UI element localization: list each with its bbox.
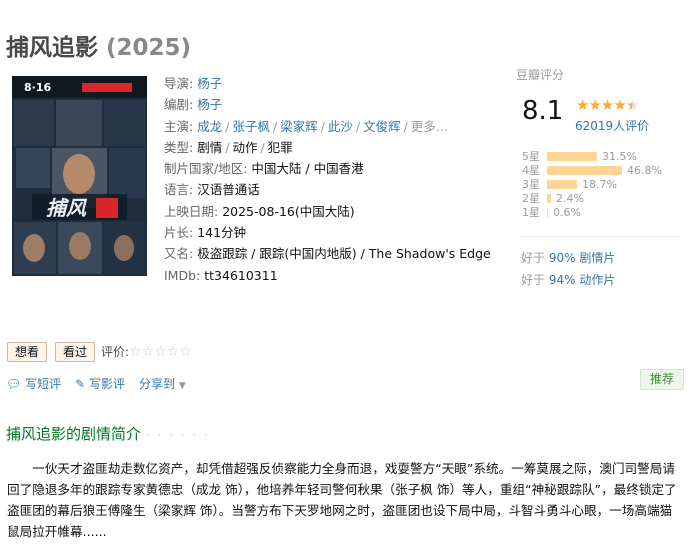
writer-row: 编剧: 杨子 [164, 94, 491, 115]
rating-bar-row: 3星 18.7% [522, 176, 662, 191]
release-label: 上映日期: [164, 203, 219, 219]
write-long-review-label: 写影评 [88, 377, 125, 391]
better-prefix: 好于 [521, 273, 546, 287]
writer-label: 编剧: [164, 97, 194, 113]
star-icon: ★ [576, 96, 589, 114]
star-icon: ★ [588, 96, 601, 114]
director-row: 导演: 杨子 [164, 73, 491, 94]
svg-text:捕风: 捕风 [46, 196, 88, 220]
cast-link[interactable]: 文俊辉 [363, 119, 401, 134]
comment-icon: 💬︎ [6, 377, 22, 391]
rating-count-link[interactable]: 62019人评价 [575, 117, 649, 134]
pencil-icon: ✎ [75, 377, 86, 391]
aka-value: 极盗跟踪 / 跟踪(中国内地版) / The Shadow's Edge [197, 246, 491, 262]
cast-label: 主演: [164, 118, 194, 134]
douban-rating: 豆瓣评分 8.1 ★★★★★ 62019人评价 5星 31.5% 4星 46.8% … [516, 66, 666, 219]
summary-dots: · · · · · · [145, 428, 210, 442]
cast-link[interactable]: 张子枫 [232, 119, 270, 134]
bar-fill [547, 208, 548, 217]
better-than: 好于 90% 剧情片 好于 94% 动作片 [521, 247, 615, 291]
rating-bar-row: 1星 0.6% [522, 204, 662, 219]
country-value: 中国大陆 / 中国香港 [251, 161, 364, 177]
aka-label: 又名: [164, 246, 194, 262]
runtime-row: 片长: 141分钟 [164, 222, 491, 243]
summary-text: 一伙天才盗匪劫走数亿资产，却凭借超强反侦察能力全身而退，戏耍警方“天眼”系统。一… [7, 461, 677, 539]
share-link[interactable]: 分享到 ▼ [139, 377, 186, 391]
bar-fill [547, 166, 622, 175]
cast-link[interactable]: 梁家辉 [280, 119, 318, 134]
write-long-review-link[interactable]: ✎ 写影评 [75, 377, 125, 391]
movie-info: 导演: 杨子 编剧: 杨子 主演: 成龙 / 张子枫 / 梁家辉 / 此沙 / 文俊辉 / 更多..… [164, 73, 491, 286]
language-row: 语言: 汉语普通话 [164, 179, 491, 200]
cast-more-link[interactable]: 更多... [411, 119, 448, 134]
genre-label: 类型: [164, 139, 194, 155]
rating-bar-row: 4星 46.8% [522, 162, 662, 177]
cast-link[interactable]: 此沙 [328, 119, 353, 134]
runtime-label: 片长: [164, 225, 194, 241]
aka-row: 又名: 极盗跟踪 / 跟踪(中国内地版) / The Shadow's Edge [164, 243, 491, 264]
genre-value: 犯罪 [267, 139, 293, 155]
bar-label: 1星 [522, 206, 540, 219]
better-than-row: 好于 90% 剧情片 [521, 247, 615, 269]
rate-stars-input[interactable]: ☆☆☆☆☆ [129, 344, 192, 360]
writer-link[interactable]: 杨子 [197, 97, 222, 112]
want-to-watch-button[interactable]: 想看 [7, 342, 48, 362]
genre-row: 类型: 剧情 / 动作 / 犯罪 [164, 139, 293, 155]
chevron-down-icon: ▼ [178, 381, 186, 391]
summary-heading: 捕风追影的剧情简介 · · · · · · [6, 423, 210, 444]
rating-label: 豆瓣评分 [516, 68, 565, 82]
language-value: 汉语普通话 [197, 182, 260, 198]
better-than-row: 好于 94% 动作片 [521, 269, 615, 291]
imdb-row: IMDb: tt34610311 [164, 265, 491, 286]
imdb-label: IMDb: [164, 267, 201, 283]
write-review-label: 写短评 [25, 377, 62, 391]
action-links: 💬︎ 写短评 ✎ 写影评 分享到 ▼ [6, 375, 200, 392]
release-row: 上映日期: 2025-08-16(中国大陆) [164, 201, 491, 222]
better-prefix: 好于 [521, 251, 546, 265]
watched-button[interactable]: 看过 [55, 342, 96, 362]
rating-score: 8.1 [522, 96, 564, 126]
rating-distribution: 5星 31.5% 4星 46.8% 3星 18.7% 2星 2.4% 1星 0.6% [522, 148, 662, 219]
write-review-link[interactable]: 💬︎ 写短评 [6, 377, 61, 391]
bar-fill [547, 180, 577, 189]
cast-row: 主演: 成龙 / 张子枫 / 梁家辉 / 此沙 / 文俊辉 / 更多... [164, 118, 448, 134]
genre-value: 动作 [232, 139, 258, 155]
bar-fill [547, 194, 551, 203]
poster-image: 8·16 捕风 [12, 76, 147, 276]
user-actions: 想看 看过 评价:☆☆☆☆☆ [7, 342, 192, 362]
country-label: 制片国家/地区: [164, 161, 248, 177]
rating-bar-row: 5星 31.5% [522, 148, 662, 163]
rating-stars: ★★★★★ [576, 96, 639, 114]
summary-title: 捕风追影的剧情简介 [6, 425, 142, 443]
page-title: 捕风追影 (2025) [6, 28, 191, 62]
share-label: 分享到 [138, 377, 175, 391]
language-label: 语言: [164, 182, 194, 198]
country-row: 制片国家/地区: 中国大陆 / 中国香港 [164, 158, 491, 179]
star-icon: ★ [600, 96, 614, 114]
movie-year: (2025) [106, 35, 192, 61]
better-than-link[interactable]: 90% 剧情片 [549, 251, 616, 265]
bar-fill [547, 152, 597, 161]
star-icon: ★ [613, 96, 626, 114]
rating-divider [520, 236, 680, 237]
release-value: 2025-08-16(中国大陆) [222, 203, 355, 219]
director-link[interactable]: 杨子 [197, 76, 222, 91]
half-star-icon: ★ [625, 96, 639, 114]
director-label: 导演: [164, 76, 194, 91]
imdb-value: tt34610311 [204, 267, 278, 283]
recommend-button[interactable]: 推荐 [640, 369, 684, 390]
better-than-link[interactable]: 94% 动作片 [549, 273, 616, 287]
cast-link[interactable]: 成龙 [197, 119, 222, 134]
rate-label: 评价: [101, 345, 130, 359]
rating-bar-row: 2星 2.4% [522, 190, 662, 205]
movie-poster[interactable]: 8·16 捕风 [12, 76, 147, 276]
bar-percent: 0.6% [553, 206, 581, 219]
poster-date: 8·16 [24, 81, 51, 94]
movie-name: 捕风追影 [6, 35, 98, 61]
genre-value: 剧情 [197, 139, 223, 155]
runtime-value: 141分钟 [197, 225, 247, 241]
